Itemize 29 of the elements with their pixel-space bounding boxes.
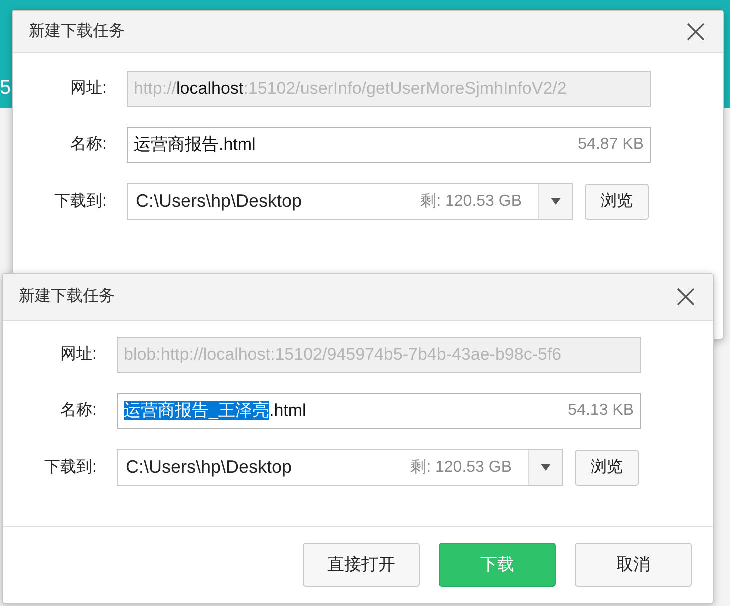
field-label: 下载到: — [44, 458, 97, 478]
free-space: 剩: 120.53 GB — [420, 192, 522, 212]
folder-dropdown[interactable]: C:\Users\hp\Desktop 剩: 120.53 GB — [117, 449, 563, 486]
close-button[interactable] — [685, 20, 707, 42]
field-label: 名称: — [70, 135, 107, 155]
url-field: blob:http://localhost:15102/945974b5-7b4b-43ae-b98c-5f6 — [117, 337, 641, 373]
folder-path: C:\Users\hp\Desktop — [126, 456, 292, 479]
field-label: 下载到: — [54, 192, 107, 212]
folder-dropdown[interactable]: C:\Users\hp\Desktop 剩: 120.53 GB — [127, 183, 573, 220]
header-text: 5 — [0, 76, 12, 100]
dropdown-arrow-icon — [540, 464, 550, 471]
dialog-title: 新建下载任务 — [19, 286, 115, 307]
field-label: 网址: — [70, 78, 107, 99]
close-button[interactable] — [675, 286, 697, 308]
dropdown-arrow-icon — [550, 198, 560, 205]
free-space: 剩: 120.53 GB — [410, 458, 512, 478]
close-icon — [686, 22, 706, 42]
dialog-button[interactable]: 直接打开 — [303, 543, 420, 587]
field-label: 名称: — [60, 401, 97, 421]
close-icon — [676, 287, 696, 307]
filename-field[interactable]: 运营商报告_王泽亮.html 54.13 KB — [117, 393, 641, 429]
dialog-button[interactable]: 取消 — [575, 543, 692, 587]
url-field: http://localhost:15102/userInfo/getUserMoreSjmhInfoV2/2 — [127, 71, 651, 107]
dialog-title: 新建下载任务 — [29, 22, 125, 42]
browse-button[interactable]: 浏览 — [575, 450, 639, 486]
folder-path: C:\Users\hp\Desktop — [136, 190, 302, 213]
browse-button[interactable]: 浏览 — [585, 184, 649, 220]
field-label: 网址: — [60, 344, 97, 365]
filename-field[interactable]: 运营商报告.html 54.87 KB — [127, 127, 651, 163]
